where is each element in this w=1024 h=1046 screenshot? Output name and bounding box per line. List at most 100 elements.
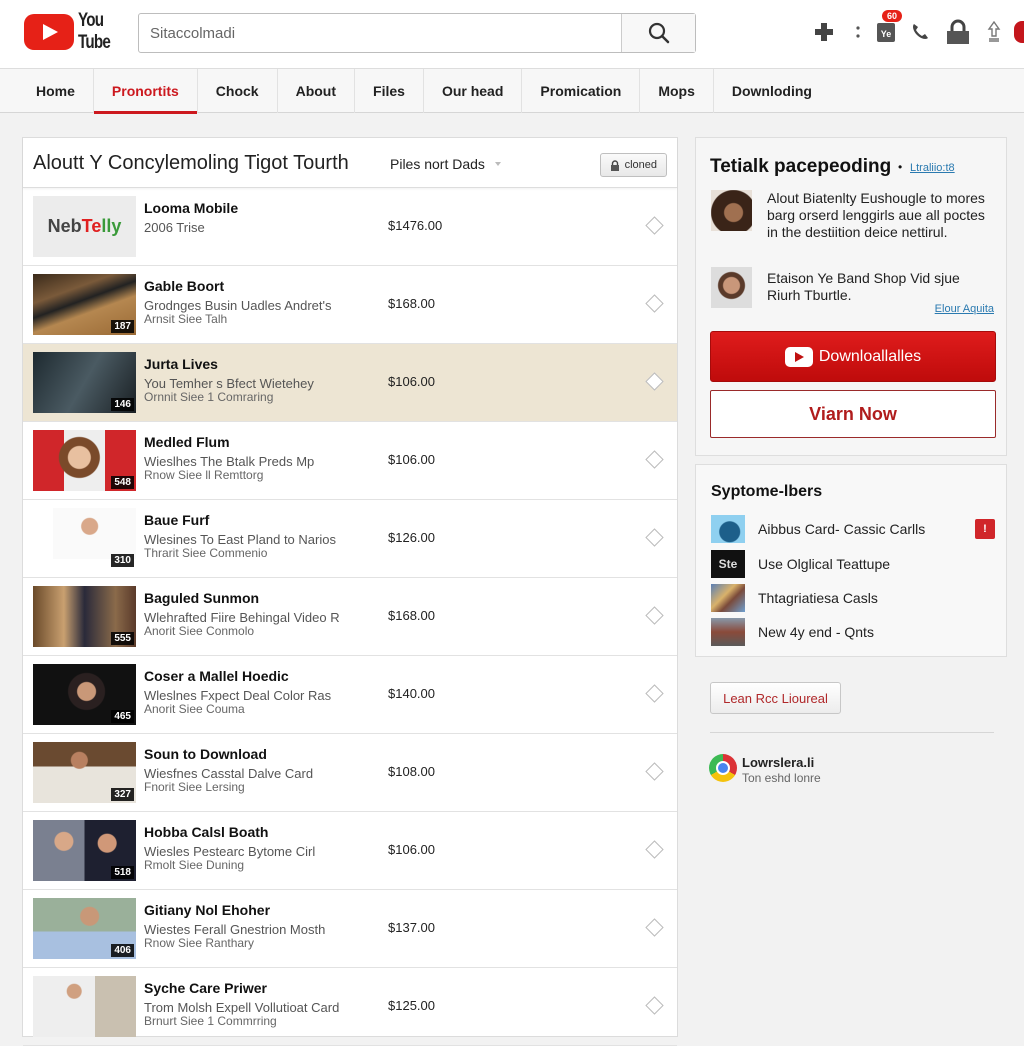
video-title[interactable]: Syche Care Priwer [144, 980, 267, 996]
video-row[interactable]: Syche Care Priwer Trom Molsh Expell Voll… [23, 968, 677, 1046]
select-diamond-icon[interactable] [645, 216, 664, 235]
video-thumbnail[interactable]: 518 [33, 820, 136, 881]
more-button[interactable] [848, 14, 868, 50]
youtube-logo[interactable]: You Tube [24, 10, 118, 54]
video-title[interactable]: Looma Mobile [144, 200, 238, 216]
select-diamond-icon[interactable] [645, 294, 664, 313]
video-thumbnail[interactable]: Neb Te lly [33, 196, 136, 257]
video-row[interactable]: 465 Coser a Mallel Hoedic Wleslnes Fxpec… [23, 656, 677, 734]
video-row[interactable]: 548 Medled Flum Wieslhes The Btalk Preds… [23, 422, 677, 500]
select-diamond-icon[interactable] [645, 528, 664, 547]
tab-our-head[interactable]: Our head [424, 69, 523, 113]
video-description: Wiestes Ferall Gnestrion Mosth [144, 922, 326, 937]
video-row[interactable]: 518 Hobba Calsl Boath Wiesles Pestearc B… [23, 812, 677, 890]
video-description: Trom Molsh Expell Vollutioat Card [144, 1000, 340, 1015]
duration-badge: 518 [111, 866, 134, 879]
filter-dropdown[interactable]: Piles nort Dads [390, 156, 501, 172]
select-diamond-icon[interactable] [645, 840, 664, 859]
video-thumbnail[interactable]: 310 [33, 508, 136, 569]
video-list-panel: Aloutt Y Concylemoling Tigot Tourth Pile… [22, 137, 678, 1046]
video-thumbnail[interactable]: 327 [33, 742, 136, 803]
select-diamond-icon[interactable] [645, 450, 664, 469]
select-diamond-icon[interactable] [645, 762, 664, 781]
video-row[interactable]: Neb Te lly Looma Mobile 2006 Trise $1476.0… [23, 188, 677, 266]
subscription-item[interactable]: Thtagriatiesa Casls [711, 584, 995, 612]
tab-mops[interactable]: Mops [640, 69, 714, 113]
video-description: Grodnges Busin Uadles Andret's [144, 298, 332, 313]
video-title[interactable]: Baguled Sunmon [144, 590, 259, 606]
select-diamond-icon[interactable] [645, 918, 664, 937]
video-price: $1476.00 [388, 218, 443, 233]
video-title[interactable]: Baue Furf [144, 512, 209, 528]
video-thumbnail[interactable]: 548 [33, 430, 136, 491]
tab-about[interactable]: About [278, 69, 356, 113]
download-button-label: Downloallalles [818, 347, 922, 365]
video-description: Wlehrafted Fiire Behingal Video R [144, 610, 340, 625]
more-vertical-icon [856, 26, 860, 38]
tab-promication[interactable]: Promication [522, 69, 641, 113]
video-title[interactable]: Gitiany Nol Ehoher [144, 902, 270, 918]
browser-title[interactable]: Lowrslera.li [742, 755, 814, 770]
video-title[interactable]: Jurta Lives [144, 356, 218, 372]
page-title: Aloutt Y Concylemoling Tigot Tourth [33, 152, 349, 174]
promo-avatar-2 [711, 267, 752, 308]
tab-home[interactable]: Home [18, 69, 94, 113]
lock-button[interactable] [944, 14, 972, 50]
download-button[interactable]: Downloallalles [710, 331, 996, 382]
account-avatar[interactable] [1014, 21, 1024, 43]
video-description: Wlesines To East Pland to Narios [144, 532, 336, 547]
subscription-item[interactable]: Aibbus Card- Cassic Carlls ! [711, 515, 995, 543]
tab-downloding[interactable]: Downloding [714, 69, 830, 113]
video-thumbnail[interactable]: 555 [33, 586, 136, 647]
select-diamond-icon[interactable] [645, 372, 664, 391]
video-thumbnail[interactable]: 465 [33, 664, 136, 725]
video-row[interactable]: 406 Gitiany Nol Ehoher Wiestes Ferall Gn… [23, 890, 677, 968]
subscription-item[interactable]: Ste Use Olglical Teattupe [711, 550, 995, 578]
video-title[interactable]: Gable Boort [144, 278, 224, 294]
select-diamond-icon[interactable] [645, 684, 664, 703]
video-price: $137.00 [388, 920, 435, 935]
tab-pronortits[interactable]: Pronortits [93, 69, 198, 114]
video-description: Wieslhes The Btalk Preds Mp [144, 454, 315, 469]
notifications-icon: Ye [877, 23, 895, 42]
video-price: $108.00 [388, 764, 435, 779]
subscription-item[interactable]: New 4y end - Qnts [711, 618, 995, 646]
view-now-button[interactable]: Viarn Now [710, 390, 996, 438]
duration-badge: 146 [111, 398, 134, 411]
video-meta: Brnurt Siee 1 Commrring [144, 1014, 277, 1028]
video-title[interactable]: Hobba Calsl Boath [144, 824, 268, 840]
learn-button[interactable]: Lean Rcc Lioureal [710, 682, 841, 714]
video-meta: Fnorit Siee Lersing [144, 780, 245, 794]
video-meta: Arnsit Siee Talh [144, 312, 228, 326]
create-button[interactable] [812, 14, 836, 50]
upload-button[interactable] [982, 14, 1006, 50]
promo-more-link[interactable]: Elour Aquita [935, 303, 994, 315]
select-diamond-icon[interactable] [645, 996, 664, 1015]
tab-files[interactable]: Files [355, 69, 424, 113]
search-button[interactable] [621, 14, 695, 52]
select-diamond-icon[interactable] [645, 606, 664, 625]
video-thumbnail[interactable]: 187 [33, 274, 136, 335]
video-title[interactable]: Soun to Download [144, 746, 267, 762]
video-thumbnail[interactable]: 146 [33, 352, 136, 413]
video-row[interactable]: 310 Baue Furf Wlesines To East Pland to … [23, 500, 677, 578]
video-row[interactable]: 555 Baguled Sunmon Wlehrafted Fiire Behi… [23, 578, 677, 656]
video-meta: Anorit Siee Conmolo [144, 624, 255, 638]
video-row[interactable]: 146 Jurta Lives You Temher s Bfect Wiete… [23, 344, 677, 422]
cloned-button[interactable]: cloned [599, 153, 667, 177]
video-thumbnail[interactable] [33, 976, 136, 1037]
search-input[interactable] [139, 14, 621, 52]
video-row[interactable]: 187 Gable Boort Grodnges Busin Uadles An… [23, 266, 677, 344]
video-meta: Rnow Siee ll Remttorg [144, 468, 264, 482]
video-price: $125.00 [388, 998, 435, 1013]
call-button[interactable] [908, 14, 932, 50]
video-title[interactable]: Medled Flum [144, 434, 230, 450]
tab-chock[interactable]: Chock [198, 69, 278, 113]
video-thumbnail[interactable]: 406 [33, 898, 136, 959]
cloned-button-label: cloned [624, 159, 657, 171]
promo-header-link[interactable]: Ltraliio:t8 [910, 162, 955, 174]
notifications-button[interactable]: Ye 60 [874, 10, 903, 50]
upload-icon [987, 21, 1001, 42]
video-title[interactable]: Coser a Mallel Hoedic [144, 668, 289, 684]
video-row[interactable]: 327 Soun to Download Wiesfnes Casstal Da… [23, 734, 677, 812]
